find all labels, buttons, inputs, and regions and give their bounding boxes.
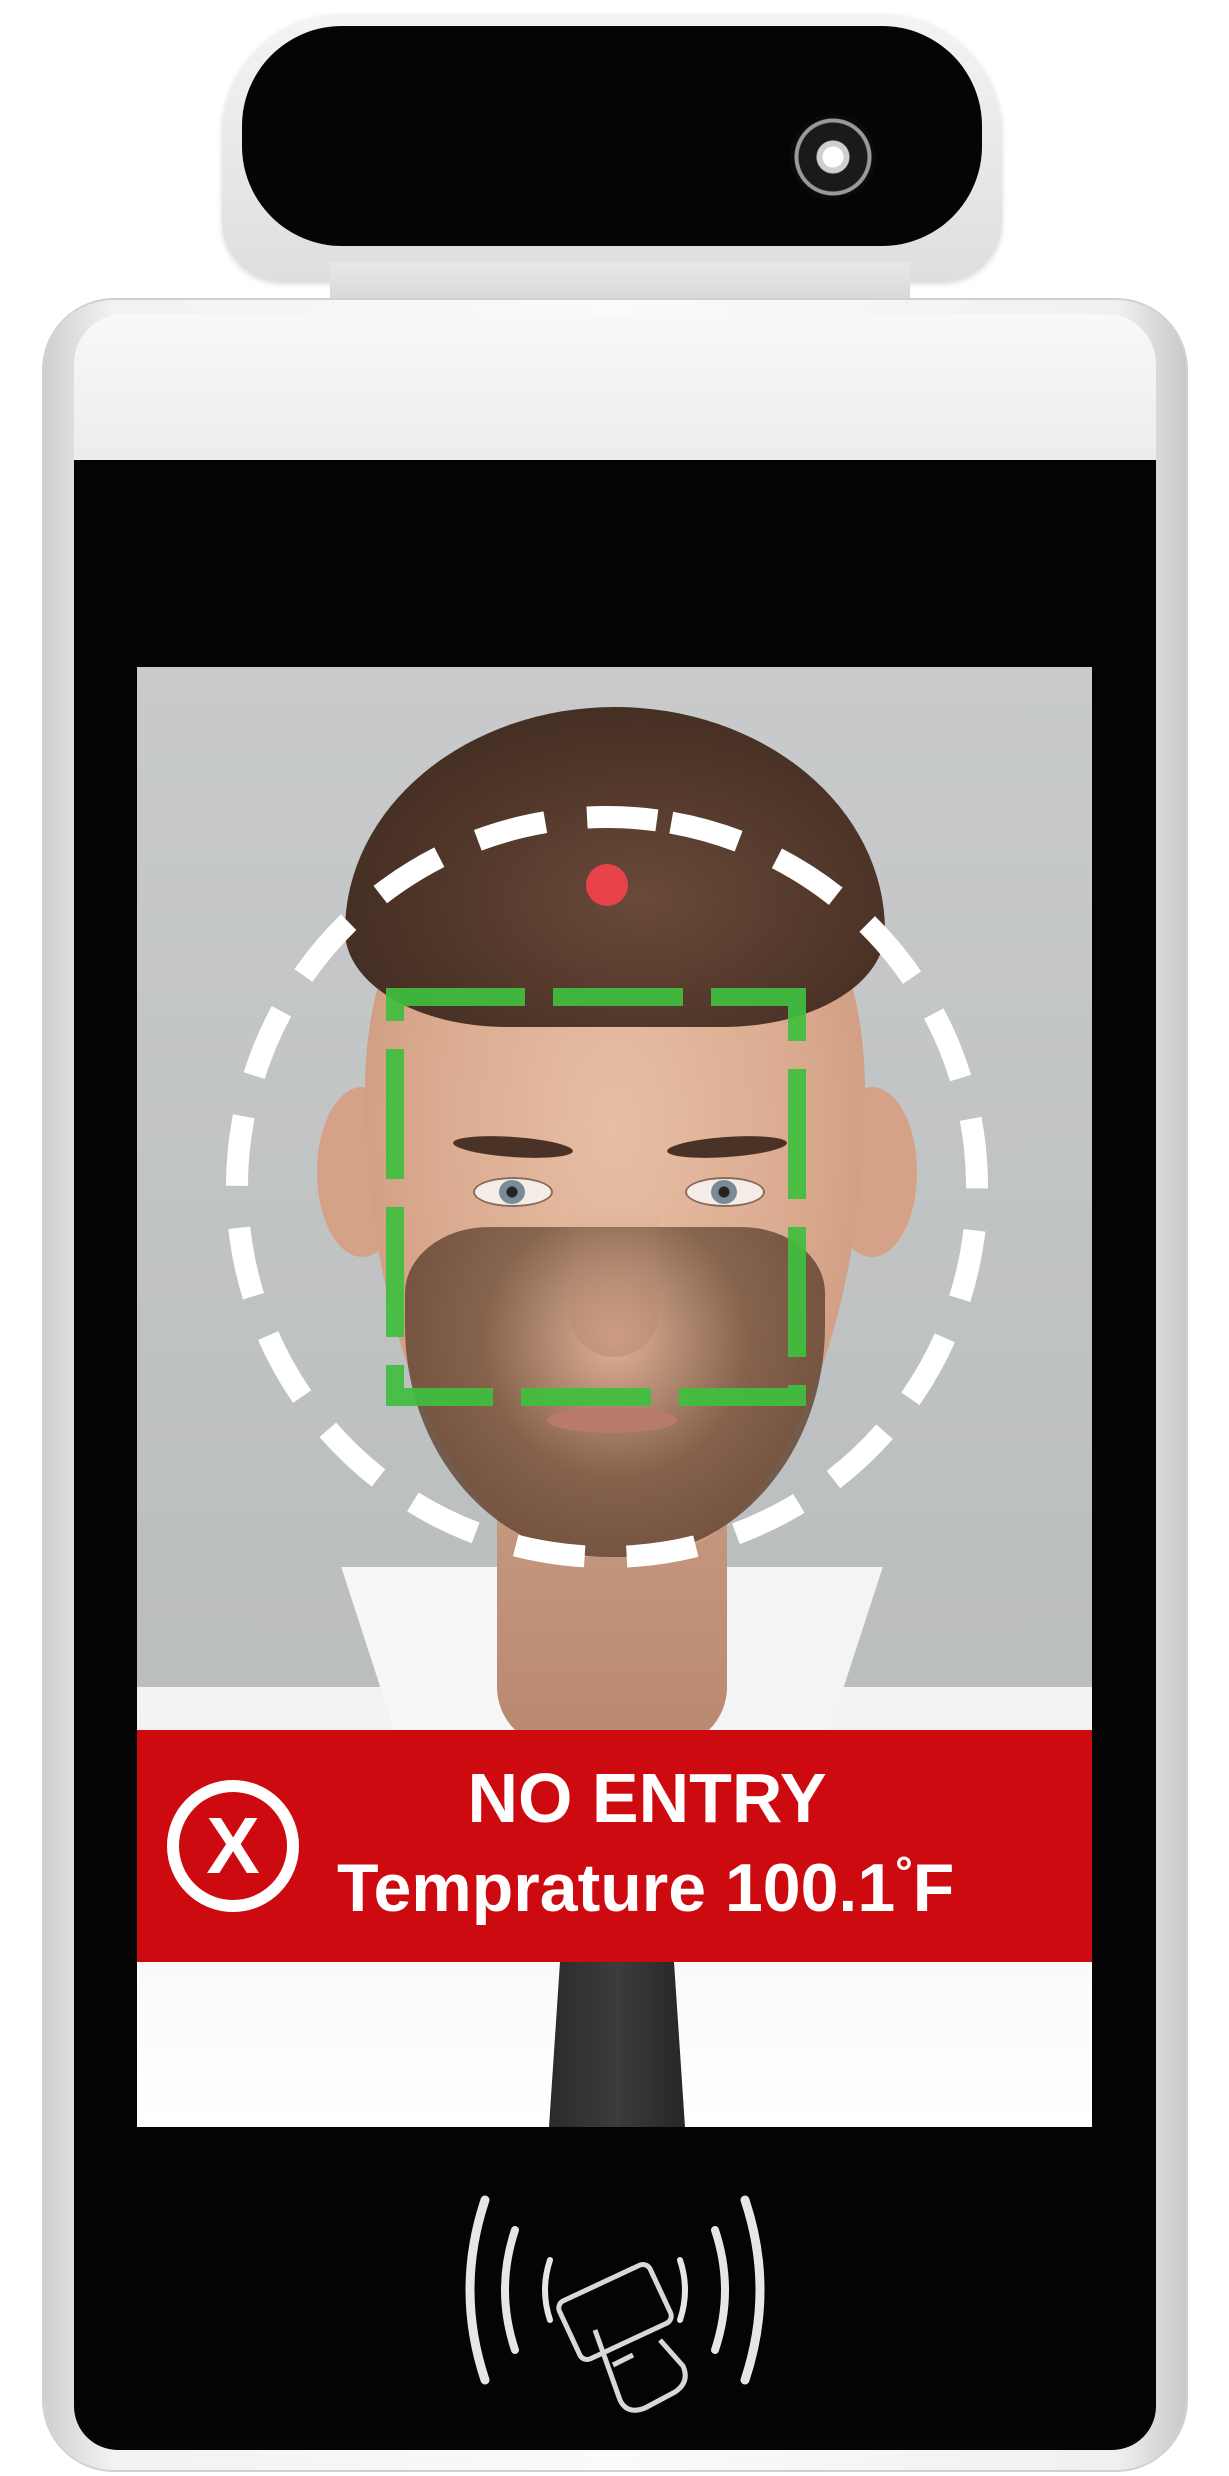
temperature-readout: Temprature 100.1°F (337, 1848, 1077, 1928)
camera-feed-screen: X NO ENTRY Temprature 100.1°F (137, 667, 1092, 2127)
alert-banner: X NO ENTRY Temprature 100.1°F (137, 1730, 1092, 1962)
camera-module (222, 14, 1002, 282)
close-glyph: X (206, 1801, 260, 1890)
temperature-degree: ° (895, 1848, 913, 1897)
nfc-card-icon (465, 2195, 765, 2413)
temperature-value: 100.1 (724, 1850, 896, 1926)
camera-lens-icon (790, 114, 876, 200)
alert-title: NO ENTRY (467, 1759, 827, 1837)
close-circle-icon: X (167, 1780, 299, 1912)
face-tracking-box (386, 988, 806, 1406)
temperature-unit: F (912, 1850, 955, 1926)
device-top-band (74, 314, 1156, 464)
forehead-temperature-point (586, 864, 628, 906)
temperature-label: Temprature (337, 1850, 707, 1926)
